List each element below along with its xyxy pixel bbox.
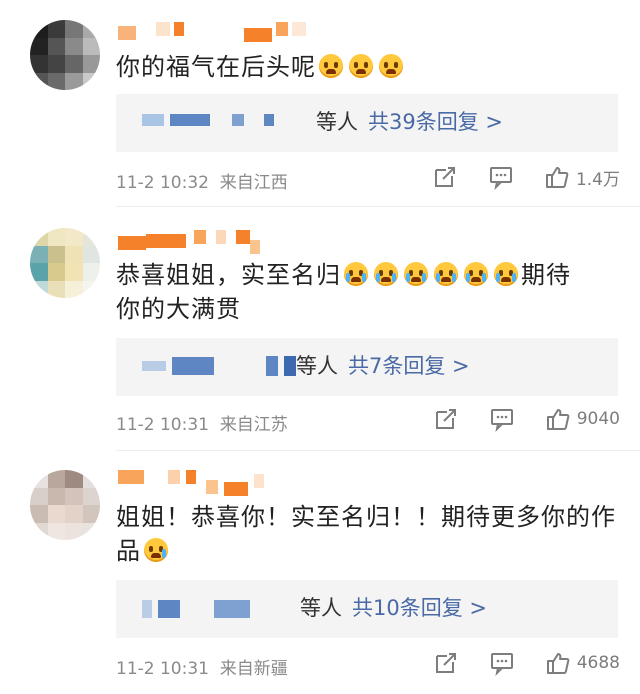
timestamp: 11-2 10:31 来自新疆 <box>116 659 288 679</box>
comment-text: 恭喜姐姐，实至名归 期待 你的大满贯 <box>116 258 620 326</box>
avatar[interactable] <box>30 20 100 90</box>
view-replies-link[interactable]: 共10条回复 > <box>352 596 487 620</box>
crying-emoji-icon <box>404 262 428 286</box>
crying-emoji-icon <box>344 262 368 286</box>
crying-emoji-icon <box>374 262 398 286</box>
reply-avatars-mosaic <box>142 114 274 126</box>
comment-text: 姐姐！恭喜你！实至名归！！期待更多你的作 品 <box>116 500 620 568</box>
comment-body-line2: 你的大满贯 <box>116 295 241 323</box>
view-replies-link[interactable]: 共39条回复 > <box>368 110 503 134</box>
timestamp: 11-2 10:31 来自江苏 <box>116 415 288 435</box>
comment-body: 你的福气在后头呢 <box>116 53 316 81</box>
reply-preview[interactable]: 等人 共7条回复 > <box>116 338 618 396</box>
comment-button[interactable] <box>489 650 515 676</box>
divider <box>116 206 640 207</box>
comment-meta: 11-2 10:31 来自江苏 9040 <box>116 406 620 436</box>
share-icon <box>434 167 455 187</box>
share-icon <box>435 653 456 673</box>
username-mosaic[interactable] <box>118 470 264 498</box>
like-count: 1.4万 <box>575 169 620 190</box>
avatar[interactable] <box>30 470 100 540</box>
like-button[interactable]: 1.4万 <box>544 164 620 190</box>
username-mosaic[interactable] <box>118 22 306 50</box>
sweat-smile-emoji-icon <box>144 538 168 562</box>
share-button[interactable] <box>433 650 459 676</box>
comment-button[interactable] <box>488 164 514 190</box>
crying-emoji-icon <box>464 262 488 286</box>
crying-emoji-icon <box>494 262 518 286</box>
timestamp: 11-2 10:32 来自江西 <box>116 173 288 193</box>
like-count: 4688 <box>576 653 620 673</box>
reply-who: 等人 <box>296 354 338 378</box>
reply-summary[interactable]: 等人 共10条回复 > <box>300 594 487 622</box>
like-icon <box>546 409 570 430</box>
comment-body-line1: 姐姐！恭喜你！实至名归！！期待更多你的作 <box>116 503 616 531</box>
share-button[interactable] <box>433 406 459 432</box>
reply-avatars-mosaic <box>142 356 296 376</box>
reply-preview[interactable]: 等人 共10条回复 > <box>116 580 618 638</box>
comment-text: 你的福气在后头呢 <box>116 50 620 84</box>
share-icon <box>435 409 456 429</box>
reply-summary[interactable]: 等人 共39条回复 > <box>316 108 503 136</box>
like-count: 9040 <box>576 409 620 429</box>
comment-body-line2: 品 <box>116 537 141 565</box>
comment-body-tail: 期待 <box>521 261 571 289</box>
like-icon <box>546 653 570 674</box>
reply-who: 等人 <box>316 110 358 134</box>
comment-body-line1: 恭喜姐姐，实至名归 <box>116 261 341 289</box>
comment-icon <box>489 167 512 190</box>
reply-avatars-mosaic <box>142 600 250 618</box>
username-mosaic[interactable] <box>118 230 260 258</box>
like-button[interactable]: 4688 <box>545 650 620 676</box>
crying-emoji-icon <box>349 54 373 78</box>
crying-emoji-icon <box>434 262 458 286</box>
avatar[interactable] <box>30 228 100 298</box>
comment-button[interactable] <box>489 406 515 432</box>
comment-meta: 11-2 10:32 来自江西 1.4万 <box>116 164 620 194</box>
comment-icon <box>490 409 513 432</box>
reply-summary[interactable]: 等人 共7条回复 > <box>296 352 470 380</box>
reply-who: 等人 <box>300 596 342 620</box>
crying-emoji-icon <box>319 54 343 78</box>
crying-emoji-icon <box>379 54 403 78</box>
like-button[interactable]: 9040 <box>545 406 620 432</box>
comment-meta: 11-2 10:31 来自新疆 4688 <box>116 650 620 680</box>
share-button[interactable] <box>432 164 458 190</box>
like-icon <box>545 167 569 188</box>
view-replies-link[interactable]: 共7条回复 > <box>348 354 470 378</box>
divider <box>116 450 640 451</box>
comment-icon <box>490 653 513 676</box>
reply-preview[interactable]: 等人 共39条回复 > <box>116 94 618 152</box>
